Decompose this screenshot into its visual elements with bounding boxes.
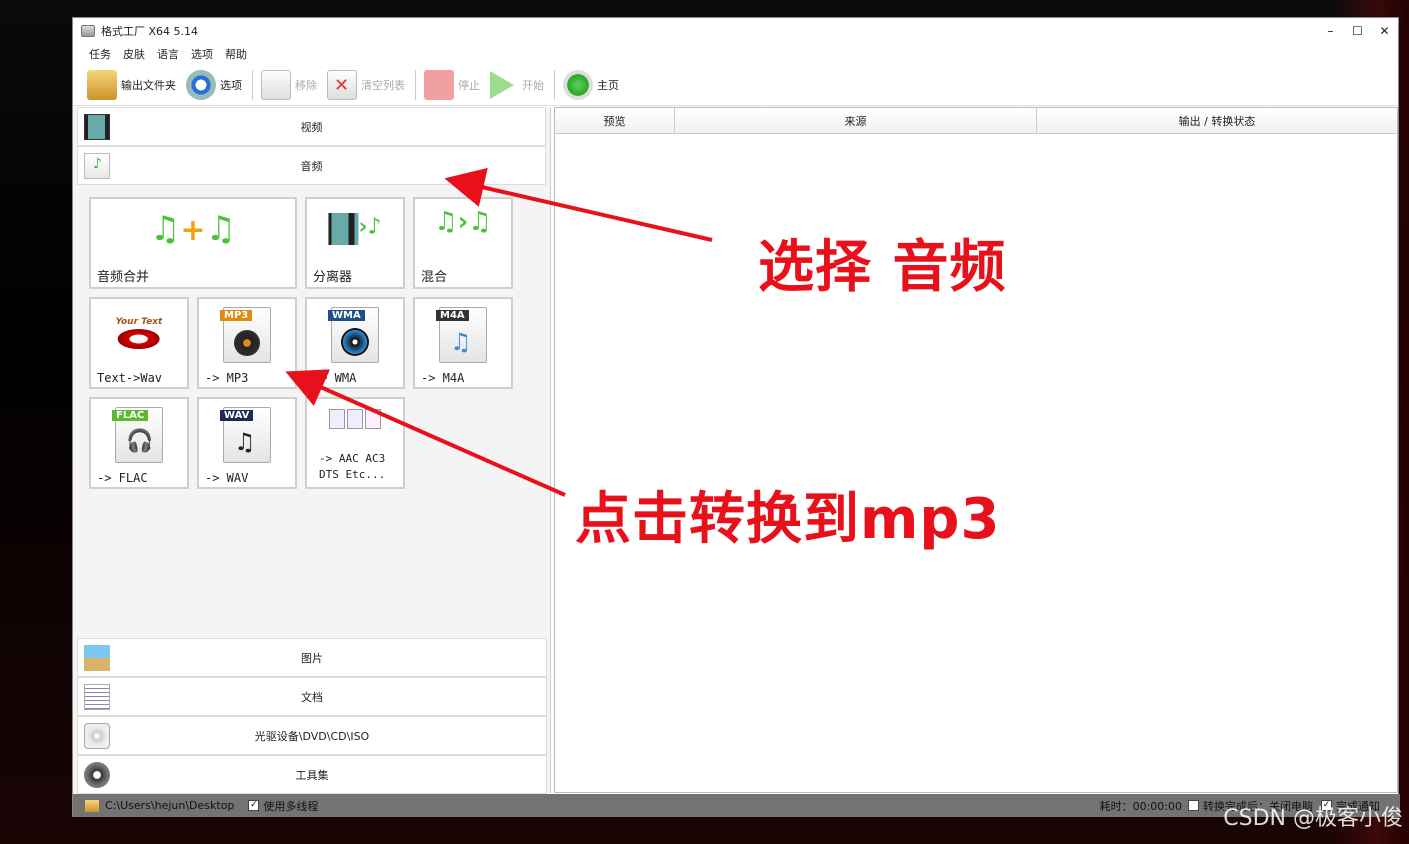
annotation-click-mp3: 点击转换到mp3 bbox=[575, 487, 1001, 552]
arrow-to-audio bbox=[444, 167, 713, 242]
watermark: CSDN @极客小俊 bbox=[1223, 806, 1403, 831]
annotation-arrows bbox=[285, 167, 713, 497]
annotation-select-audio: 选择 音频 bbox=[758, 235, 1007, 300]
arrow-to-mp3 bbox=[285, 369, 566, 497]
